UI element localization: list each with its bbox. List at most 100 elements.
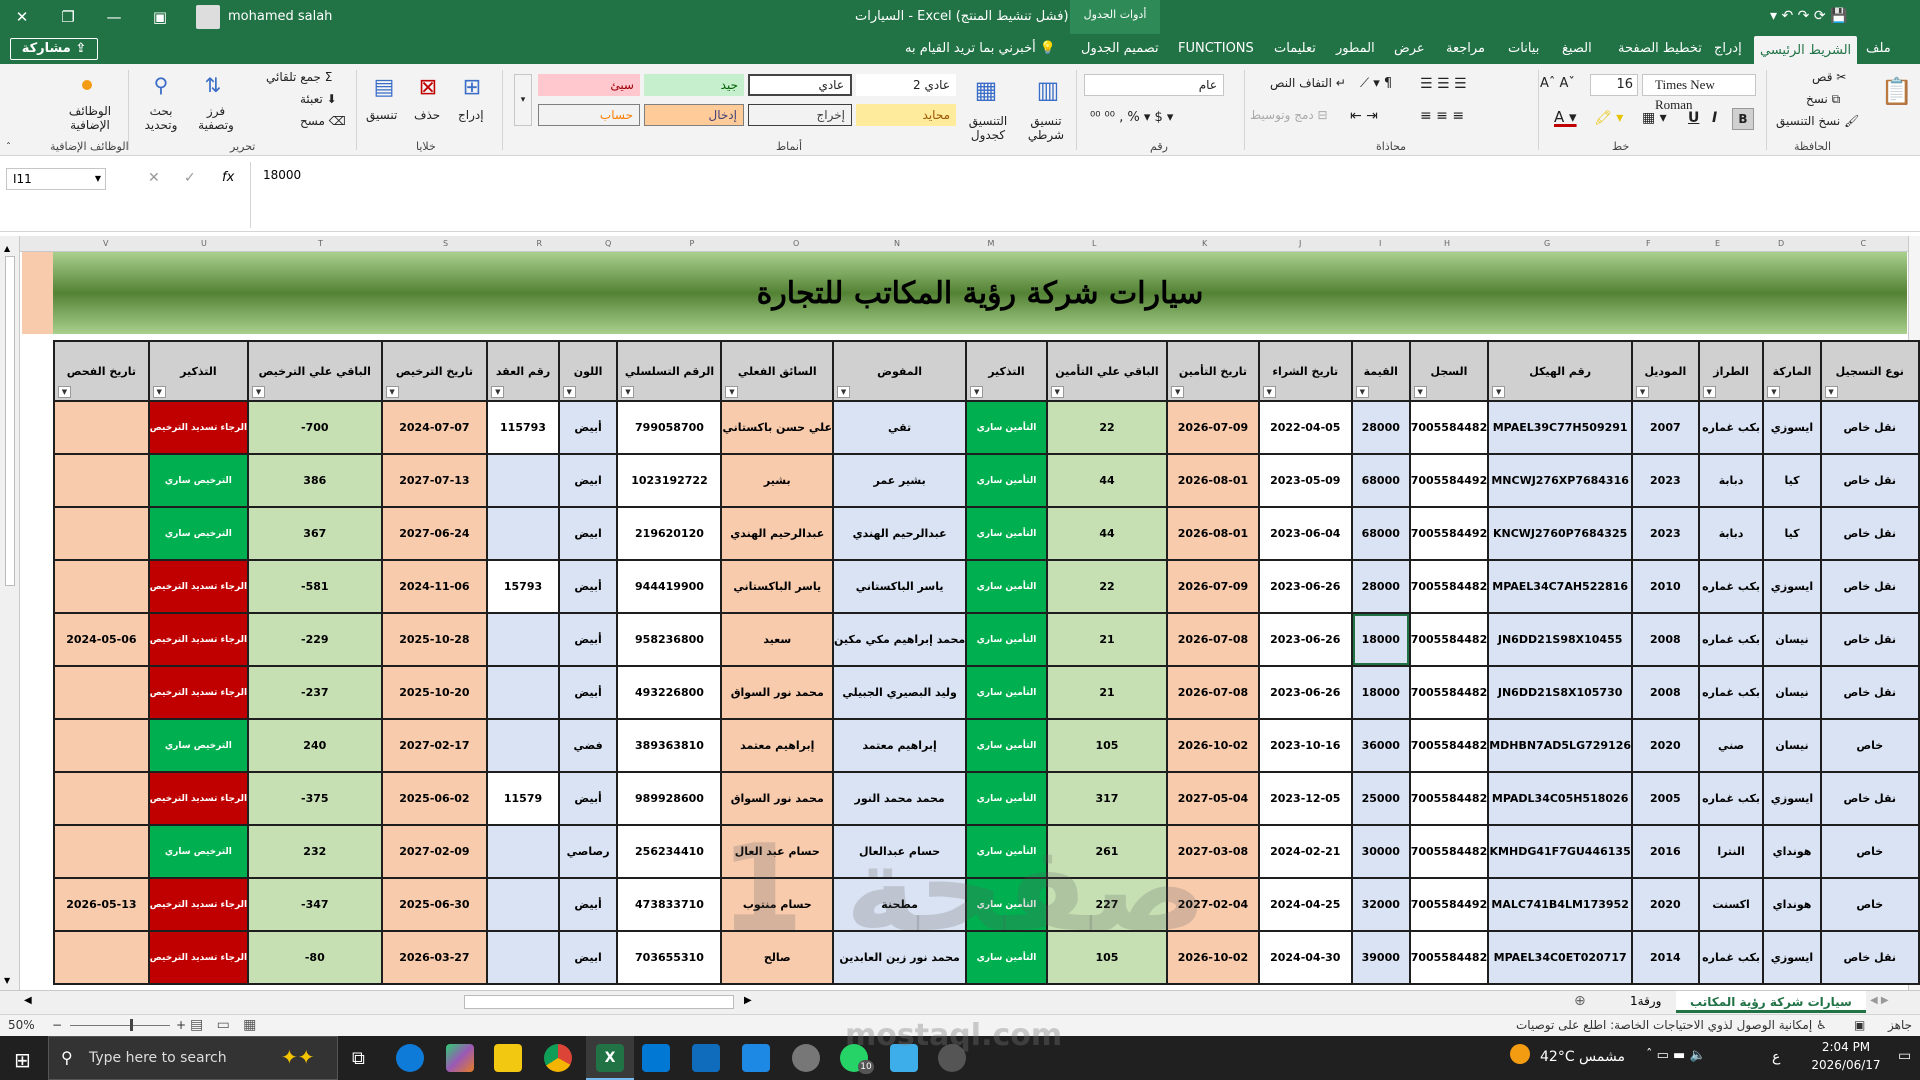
cell-license-date[interactable]: 2025-06-02 [380, 771, 489, 826]
cell-license-reminder[interactable]: الرجاء تسديد الترخيص [147, 771, 250, 826]
cell-registry[interactable]: 7005584482 [1408, 400, 1490, 455]
tab-scroll-icons[interactable]: ◀ ▶ [1870, 995, 1889, 1006]
cell-registration-type[interactable]: نقل خاص [1819, 400, 1920, 455]
task-view-icon[interactable]: ⧉ [352, 1048, 365, 1069]
cell-license-date[interactable]: 2024-11-06 [380, 559, 489, 614]
enter-icon[interactable]: ✓ [184, 170, 196, 186]
filter-dropdown-icon[interactable]: ▼ [1767, 386, 1781, 398]
formula-input[interactable]: 18000 [250, 162, 1914, 228]
cell-serial-number[interactable]: 256234410 [616, 824, 723, 879]
cell-contract-number[interactable] [486, 718, 560, 773]
cell-insurance-remaining[interactable]: 317 [1045, 771, 1169, 826]
header-actual-driver[interactable]: السائق الفعلي ▼ [720, 340, 835, 402]
chrome-icon[interactable] [544, 1044, 572, 1072]
cell-license-date[interactable]: 2025-10-28 [380, 612, 489, 667]
cell-registry[interactable]: 7005584492 [1408, 453, 1490, 508]
filter-dropdown-icon[interactable]: ▼ [1492, 386, 1506, 398]
filter-dropdown-icon[interactable]: ▼ [385, 386, 399, 398]
cell-license-remaining[interactable]: -237 [247, 665, 383, 720]
cell-model[interactable]: 2014 [1631, 930, 1700, 985]
cell-model[interactable]: 2007 [1631, 400, 1700, 455]
cell-model[interactable]: 2016 [1631, 824, 1700, 879]
weather-text[interactable]: 42°C مشمس [1540, 1049, 1625, 1065]
cell-registration-type[interactable]: نقل خاص [1819, 506, 1920, 561]
tab-home[interactable]: الشريط الرئيسي [1754, 36, 1858, 64]
cell-chassis-number[interactable]: MPADL34C05H518026 [1487, 771, 1634, 826]
cell-serial-number[interactable]: 473833710 [616, 877, 723, 932]
cell-registry[interactable]: 7005584492 [1408, 877, 1490, 932]
cell-contract-number[interactable] [486, 877, 560, 932]
edge-icon[interactable] [396, 1044, 424, 1072]
cell-contract-number[interactable] [486, 453, 560, 508]
cell-brand[interactable]: ايسوزي [1762, 559, 1822, 614]
cell-purchase-date[interactable]: 2024-04-25 [1257, 877, 1353, 932]
style-calculation[interactable]: حساب [538, 104, 640, 126]
cell-authorized-person[interactable]: ياسر الباكستاني [832, 559, 968, 614]
name-box[interactable]: I11 ▼ [6, 168, 106, 190]
system-tray-icons[interactable]: ˆ ▭ ▬ 🔈 [1646, 1048, 1706, 1063]
cell-model[interactable]: 2010 [1631, 559, 1700, 614]
conditional-format-button[interactable]: تنسيق شرطي [1016, 114, 1076, 142]
format-painter-button[interactable]: نسخ التنسيق 🖌 [1776, 114, 1859, 128]
addins-button[interactable]: الوظائف الإضافية [62, 104, 118, 132]
cell-registry[interactable]: 7005584482 [1408, 612, 1490, 667]
cell-registry[interactable]: 7005584482 [1408, 718, 1490, 773]
cell-registration-type[interactable]: خاص [1819, 877, 1920, 932]
cell-license-reminder[interactable]: الترخيص ساري [147, 453, 250, 508]
cell-purchase-date[interactable]: 2023-06-04 [1257, 506, 1353, 561]
find-select-button[interactable]: بحث وتحديد [138, 104, 184, 132]
cell-insurance-remaining[interactable]: 44 [1045, 506, 1169, 561]
format-cells-button[interactable]: تنسيق [366, 108, 397, 122]
cell-type[interactable]: دبابة [1697, 506, 1765, 561]
user-name[interactable]: mohamed salah [228, 9, 332, 24]
cell-license-reminder[interactable]: الترخيص ساري [147, 506, 250, 561]
cell-purchase-date[interactable]: 2023-06-26 [1257, 559, 1353, 614]
delete-cells-button[interactable]: حذف [414, 108, 440, 122]
cell-chassis-number[interactable]: JN6DD21S98X10455 [1487, 612, 1634, 667]
cell-color[interactable]: ابيض [557, 930, 619, 985]
clock-date[interactable]: 2026/06/17 [1806, 1058, 1886, 1072]
zoom-level[interactable]: 50% [8, 1018, 35, 1032]
cell-actual-driver[interactable]: بشير [720, 453, 835, 508]
cell-license-date[interactable]: 2027-06-24 [380, 506, 489, 561]
autosum-button[interactable]: جمع تلقائي Σ [266, 70, 332, 84]
scroll-up-icon[interactable]: ▲ [4, 244, 10, 253]
cell-purchase-date[interactable]: 2023-06-26 [1257, 665, 1353, 720]
cell-color[interactable]: أبيض [557, 400, 619, 455]
accessibility-status[interactable]: إمكانية الوصول لذوي الاحتياجات الخاصة: ا… [1516, 1018, 1827, 1032]
cell-chassis-number[interactable]: MNCWJ276XP7684316 [1487, 453, 1634, 508]
cell-inspection-date[interactable] [53, 930, 150, 985]
cell-inspection-date[interactable] [53, 453, 150, 508]
minimize-icon[interactable]: — [94, 0, 134, 34]
cell-insurance-date[interactable]: 2026-07-08 [1166, 665, 1260, 720]
cell-chassis-number[interactable]: MALC741B4LM173952 [1487, 877, 1634, 932]
outlook-icon[interactable] [642, 1044, 670, 1072]
cell-serial-number[interactable]: 493226800 [616, 665, 723, 720]
cell-license-date[interactable]: 2024-07-07 [380, 400, 489, 455]
cell-type[interactable]: بكب غماره [1697, 930, 1765, 985]
cell-license-remaining[interactable]: -347 [247, 877, 383, 932]
filter-dropdown-icon[interactable]: ▼ [252, 386, 266, 398]
cell-registry[interactable]: 7005584482 [1408, 665, 1490, 720]
filter-dropdown-icon[interactable]: ▼ [1171, 386, 1185, 398]
cell-color[interactable]: أبيض [557, 612, 619, 667]
header-chassis-number[interactable]: رقم الهيكل ▼ [1487, 340, 1634, 402]
tab-page-layout[interactable]: تخطيط الصفحة [1612, 34, 1708, 64]
ribbon-display-icon[interactable]: ▣ [140, 0, 180, 34]
column-letter[interactable]: R [537, 239, 543, 248]
font-grow-shrink-icon[interactable]: Aˆ Aˇ [1540, 76, 1575, 91]
cell-license-reminder[interactable]: الترخيص ساري [147, 718, 250, 773]
cell-type[interactable]: صني [1697, 718, 1765, 773]
cell-license-reminder[interactable]: الرجاء تسديد الترخيص [147, 400, 250, 455]
orientation-icon[interactable]: ⟋ ▾ ¶ [1360, 76, 1392, 91]
sort-filter-button[interactable]: فرز وتصفية [196, 104, 236, 132]
header-license-reminder[interactable]: التذكير ▼ [147, 340, 250, 402]
cell-license-remaining[interactable]: -80 [247, 930, 383, 985]
cell-license-remaining[interactable]: -700 [247, 400, 383, 455]
weather-icon[interactable] [1510, 1044, 1530, 1064]
cell-registration-type[interactable]: خاص [1819, 718, 1920, 773]
file-explorer-icon[interactable] [494, 1044, 522, 1072]
cell-serial-number[interactable]: 944419900 [616, 559, 723, 614]
cell-serial-number[interactable]: 1023192722 [616, 453, 723, 508]
tab-developer[interactable]: المطور [1330, 34, 1381, 64]
